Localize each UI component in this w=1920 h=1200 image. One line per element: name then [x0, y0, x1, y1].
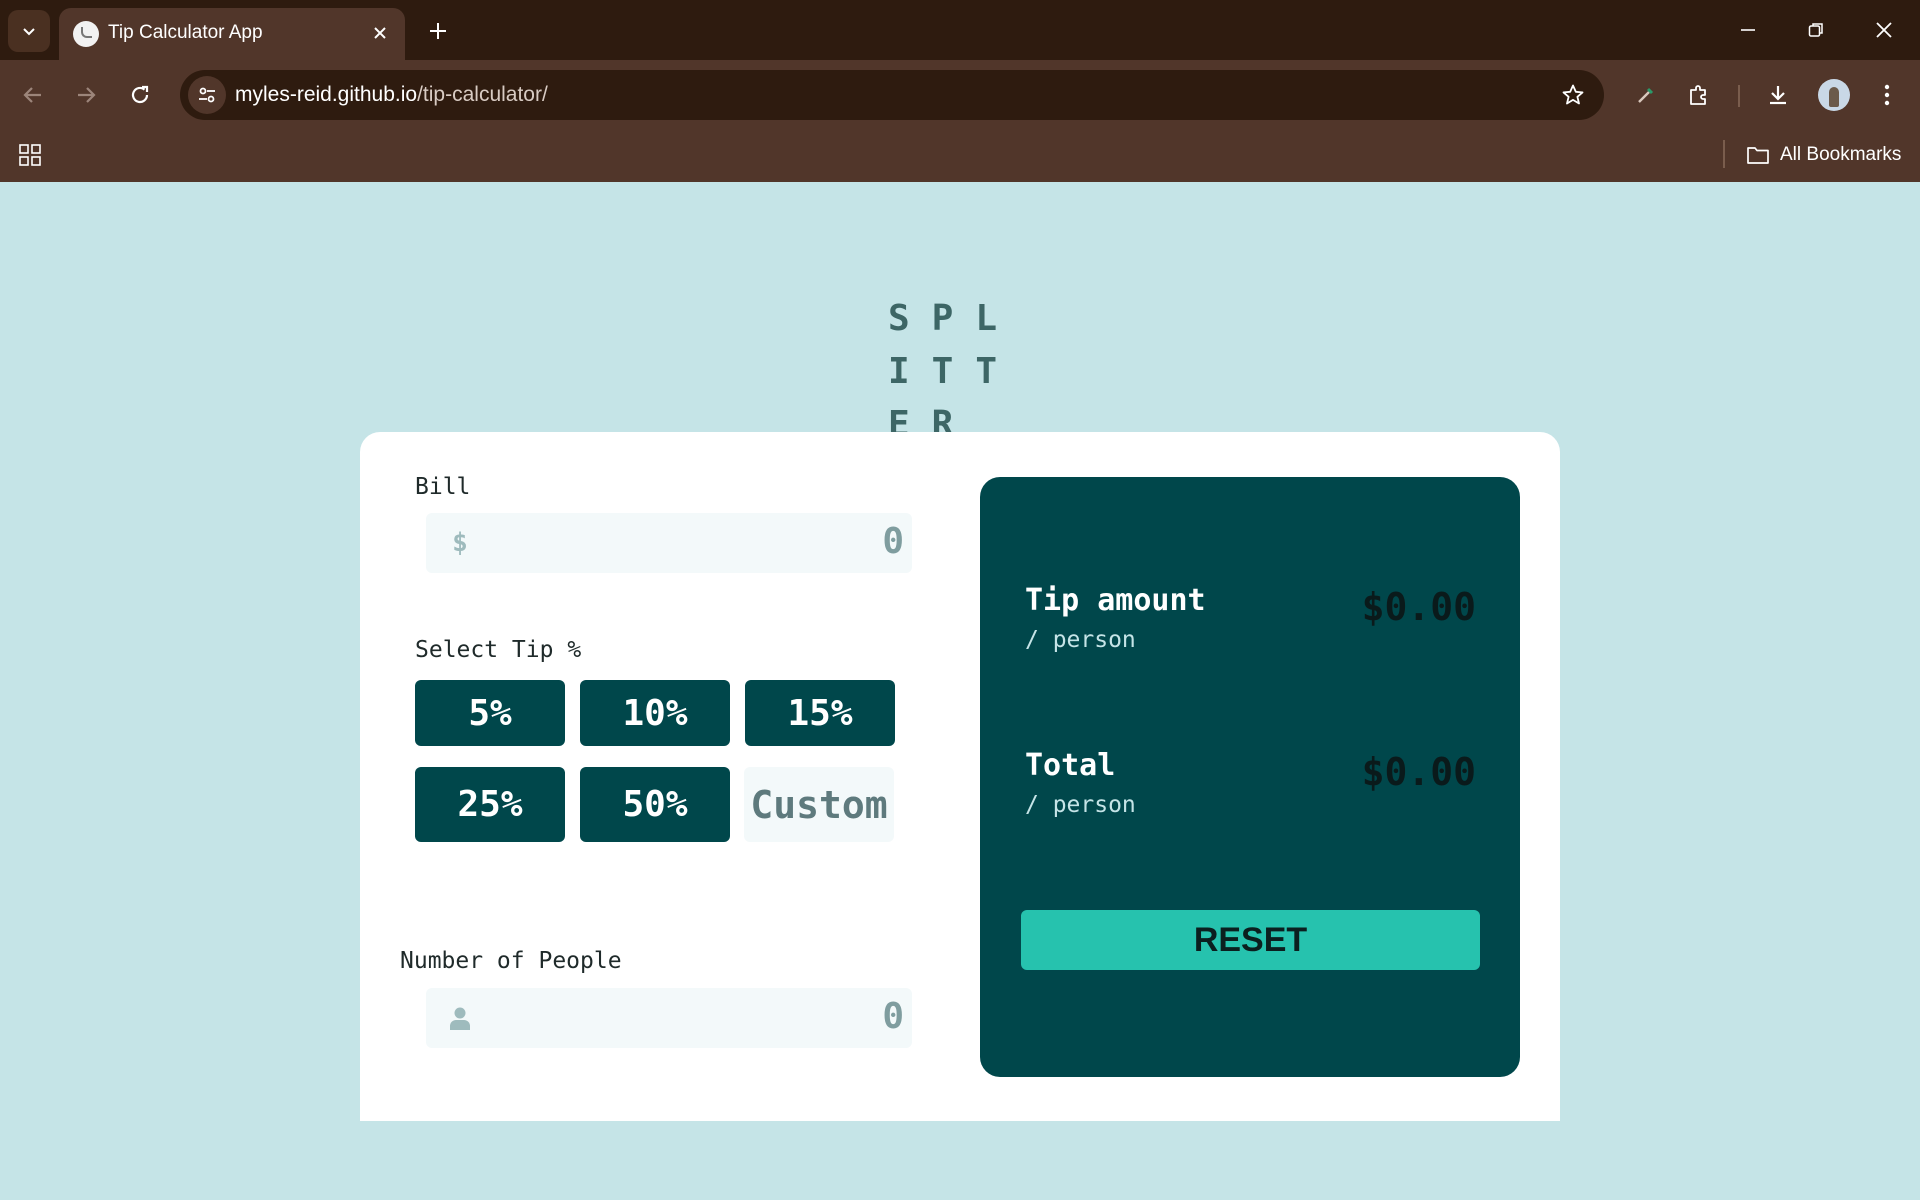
url-path: /tip-calculator/ [417, 83, 548, 106]
browser-tab[interactable]: Tip Calculator App [59, 8, 405, 60]
apps-button[interactable] [14, 139, 46, 171]
tip-10-button[interactable]: 10% [580, 680, 730, 746]
bill-input[interactable]: $ 0 [426, 513, 912, 573]
bookmark-star-button[interactable] [1558, 80, 1588, 110]
more-vertical-icon [1884, 84, 1890, 106]
toolbar-separator [1738, 85, 1740, 107]
reload-icon [131, 85, 149, 104]
folder-icon [1747, 147, 1769, 164]
select-tip-label: Select Tip % [415, 637, 582, 663]
tip-amount-value: $0.00 [1361, 585, 1476, 629]
total-per-person-label: / person [1025, 792, 1136, 818]
arrow-right-icon [78, 87, 96, 103]
new-tab-button[interactable] [418, 14, 458, 48]
tip-50-button[interactable]: 50% [580, 767, 730, 842]
chevron-down-icon [23, 28, 35, 36]
grid-icon [19, 144, 41, 166]
browser-tabstrip: Tip Calculator App [0, 0, 1920, 60]
tab-search-button[interactable] [8, 10, 50, 52]
url-text: myles-reid.github.io/tip-calculator/ [235, 83, 548, 107]
plus-icon [430, 23, 446, 39]
total-label: Total [1025, 748, 1116, 783]
tune-icon [199, 87, 215, 103]
all-bookmarks-button[interactable]: All Bookmarks [1746, 139, 1901, 171]
calculator-card: Bill $ 0 Select Tip % 5% 10% 15% 25% 50%… [360, 432, 1560, 1121]
custom-tip-input[interactable]: Custom [744, 767, 894, 842]
tip-5-button[interactable]: 5% [415, 680, 565, 746]
site-info-button[interactable] [188, 76, 226, 114]
close-window-button[interactable] [1856, 8, 1912, 52]
results-panel: Tip amount / person $0.00 Total / person… [980, 477, 1520, 1077]
bookmarks-bar: All Bookmarks [0, 130, 1920, 182]
people-value: 0 [882, 996, 904, 1037]
minimize-button[interactable] [1720, 8, 1776, 52]
tip-amount-label: Tip amount [1025, 583, 1206, 618]
tip-25-button[interactable]: 25% [415, 767, 565, 842]
close-icon [374, 27, 386, 39]
total-value: $0.00 [1361, 750, 1476, 794]
reset-button[interactable]: RESET [1021, 910, 1480, 970]
arrow-left-icon [23, 87, 41, 103]
forward-button[interactable] [65, 74, 107, 116]
browser-toolbar: myles-reid.github.io/tip-calculator/ [0, 60, 1920, 130]
tip-amount-per-person-label: / person [1025, 627, 1136, 653]
star-icon [1562, 84, 1584, 105]
extensions-button[interactable] [1678, 74, 1720, 116]
browser-menu-button[interactable] [1866, 74, 1908, 116]
dollar-icon: $ [452, 528, 468, 558]
page-content: SPLITTER Bill $ 0 Select Tip % 5% 10% 15… [0, 182, 1920, 1200]
all-bookmarks-label: All Bookmarks [1780, 144, 1902, 165]
app-logo: SPLITTER [888, 298, 1020, 445]
eyedropper-icon [1638, 87, 1654, 103]
close-icon [1876, 22, 1892, 38]
tip-15-button[interactable]: 15% [745, 680, 895, 746]
person-icon [448, 1004, 472, 1032]
reload-button[interactable] [119, 74, 161, 116]
people-input[interactable]: 0 [426, 988, 912, 1048]
puzzle-icon [1690, 85, 1706, 105]
eyedropper-extension-button[interactable] [1625, 74, 1667, 116]
close-tab-button[interactable] [367, 20, 393, 46]
back-button[interactable] [12, 74, 54, 116]
bill-label: Bill [415, 474, 471, 500]
tab-title: Tip Calculator App [108, 22, 263, 43]
url-host: myles-reid.github.io [235, 83, 418, 106]
people-label: Number of People [400, 948, 622, 974]
restore-button[interactable] [1788, 8, 1844, 52]
profile-avatar[interactable] [1818, 79, 1850, 111]
site-favicon-icon [73, 21, 99, 47]
download-icon [1770, 86, 1786, 105]
address-bar[interactable]: myles-reid.github.io/tip-calculator/ [180, 70, 1604, 120]
downloads-button[interactable] [1757, 74, 1799, 116]
minimize-icon [1741, 29, 1755, 31]
bill-value: 0 [882, 521, 904, 562]
restore-icon [1808, 23, 1823, 37]
bookmarks-separator [1723, 140, 1725, 168]
